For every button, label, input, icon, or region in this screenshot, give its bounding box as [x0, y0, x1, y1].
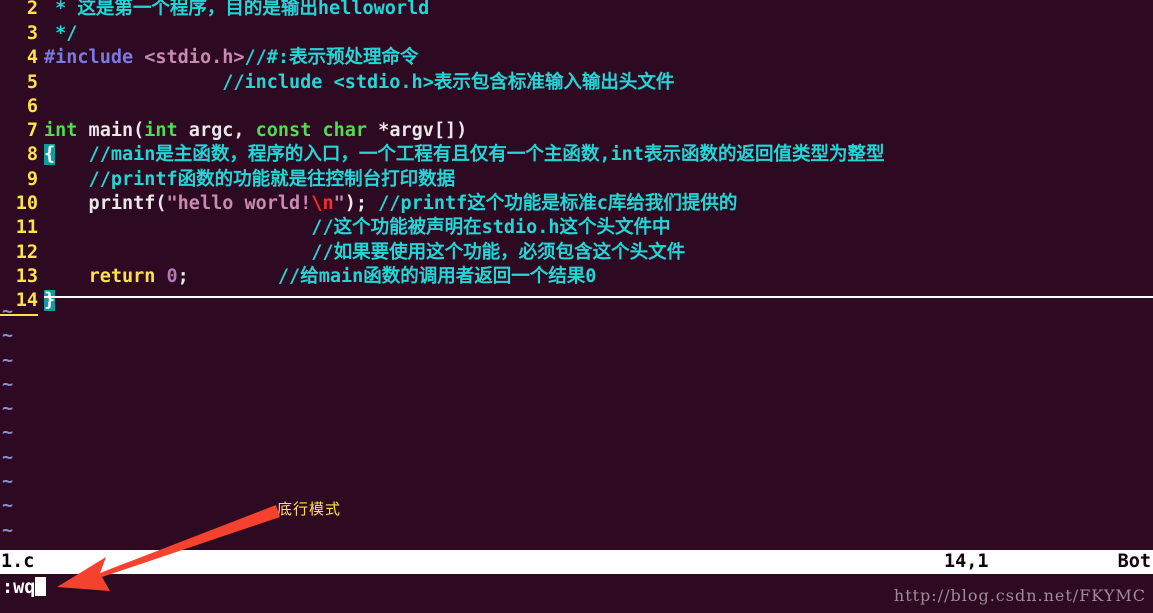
token-keyword: const: [255, 120, 312, 142]
line-content: printf("hello world!\n"); //printf这个功能是标…: [38, 193, 738, 215]
token-header: <stdio.h>: [144, 47, 245, 69]
code-line[interactable]: 2 * 这是第一个程序，目的是输出helloworld: [0, 0, 1153, 22]
line-number: 11: [15, 217, 38, 239]
token-plain: printf(: [44, 193, 167, 215]
token-comment: *: [44, 0, 78, 19]
tilde-filler: ~: [2, 301, 14, 322]
token-comment: //#:表示预处理命令: [244, 47, 419, 69]
token-comment: //printf这个功能是标准c库给我们提供的: [378, 193, 738, 215]
token-plain: main(: [77, 120, 145, 142]
token-comment: //如果要使用这个功能，必须包含这个头文件: [44, 241, 686, 263]
line-content: }: [38, 290, 56, 312]
fold-separator-rule: [44, 296, 1153, 298]
empty-line-tilde-column: ~~~~~~~~~~~: [0, 300, 40, 567]
status-filename: 1.c: [1, 551, 35, 572]
token-keyword: int: [144, 120, 178, 142]
token-comment: */: [44, 23, 78, 44]
code-line[interactable]: 14}: [0, 289, 1153, 316]
tilde-filler: ~: [2, 373, 14, 395]
code-line[interactable]: 9 //printf函数的功能就是往控制台打印数据: [0, 168, 1153, 192]
line-content: */: [38, 23, 77, 44]
line-content: //如果要使用这个功能，必须包含这个头文件: [38, 242, 685, 263]
status-scroll-indicator: Bot: [1117, 551, 1151, 572]
tilde-filler: ~: [2, 446, 14, 468]
token-comment: //main是主函数，程序的入口，一个工程有且仅有一个主函数,int表示函数的返…: [88, 144, 885, 166]
code-line[interactable]: 5 //include <stdio.h>表示包含标准输入输出头文件: [0, 71, 1153, 95]
line-number: 13: [15, 265, 38, 287]
tilde-filler: ~: [2, 519, 14, 541]
tilde-filler: ~: [2, 398, 14, 420]
token-keyword: char: [322, 120, 368, 142]
token-brace-hi: {: [44, 144, 56, 166]
editor-text-area[interactable]: 2 * 这是第一个程序，目的是输出helloworld 3 */4 #include…: [0, 0, 1153, 548]
line-number: 6: [26, 95, 38, 117]
code-line[interactable]: 4 #include <stdio.h>//#:表示预处理命令: [0, 46, 1153, 70]
token-brace-hi: }: [44, 290, 56, 312]
code-line[interactable]: 3 */: [0, 22, 1153, 46]
line-number: 5: [26, 71, 38, 93]
line-number: 3: [26, 23, 38, 44]
tilde-filler: ~: [2, 422, 14, 444]
line-content: //include <stdio.h>表示包含标准输入输出头文件: [38, 72, 674, 93]
annotation-label: 底行模式: [277, 500, 342, 518]
tilde-filler: ~: [2, 349, 14, 371]
tilde-filler: ~: [2, 471, 14, 493]
line-content: //这个功能被声明在stdio.h这个头文件中: [38, 217, 671, 239]
text-cursor: [35, 577, 47, 596]
token-comment: 这是第一个程序，目的是输出helloworld: [77, 0, 430, 19]
code-line[interactable]: 7 int main(int argc, const char *argv[]): [0, 119, 1153, 143]
line-content: [38, 96, 44, 117]
line-content: return 0; //给main函数的调用者返回一个结果0: [38, 265, 597, 287]
line-number: 8: [26, 144, 38, 166]
code-line[interactable]: 12 //如果要使用这个功能，必须包含这个头文件: [0, 241, 1153, 265]
line-content: { //main是主函数，程序的入口，一个工程有且仅有一个主函数,int表示函数…: [38, 144, 885, 166]
token-return: return: [88, 265, 156, 287]
token-plain: );: [344, 193, 379, 215]
line-number: 9: [26, 168, 38, 190]
token-plain: *argv[]): [367, 120, 468, 142]
line-content: int main(int argc, const char *argv[]): [38, 120, 467, 141]
token-plain: argc,: [177, 120, 256, 142]
tilde-filler: ~: [2, 325, 14, 347]
status-cursor-position: 14,1: [944, 551, 989, 572]
watermark-url: http://blog.csdn.net/FKYMC: [893, 586, 1146, 605]
code-line[interactable]: 6: [0, 95, 1153, 119]
token-string: ": [333, 193, 345, 215]
line-content: //printf函数的功能就是往控制台打印数据: [38, 168, 456, 190]
line-number: 12: [15, 241, 38, 263]
line-content: * 这是第一个程序，目的是输出helloworld: [38, 0, 429, 19]
line-content: #include <stdio.h>//#:表示预处理命令: [38, 47, 419, 68]
token-keyword: int: [44, 120, 78, 142]
token-comment: //include <stdio.h>表示包含标准输入输出头文件: [44, 71, 675, 93]
token-comment: //这个功能被声明在stdio.h这个头文件中: [44, 217, 671, 239]
status-line: 1.c 14,1 Bot: [0, 550, 1153, 574]
line-number: 7: [26, 120, 38, 142]
tilde-filler: ~: [2, 495, 14, 517]
token-plain: ;: [177, 265, 189, 287]
code-line[interactable]: 11 //这个功能被声明在stdio.h这个头文件中: [0, 216, 1153, 240]
token-comment: //printf函数的功能就是往控制台打印数据: [44, 168, 456, 190]
vim-terminal-window: 2 * 这是第一个程序，目的是输出helloworld 3 */4 #include…: [0, 0, 1153, 613]
code-line[interactable]: 8{ //main是主函数，程序的入口，一个工程有且仅有一个主函数,int表示函…: [0, 143, 1153, 167]
token-number: 0: [166, 265, 178, 287]
token-string: "hello world!: [166, 193, 312, 215]
line-number: 4: [26, 47, 38, 69]
code-line[interactable]: 13 return 0; //给main函数的调用者返回一个结果0: [0, 265, 1153, 289]
command-line-text: :wq: [2, 577, 36, 598]
token-pre: #include: [44, 47, 145, 69]
token-escape: \n: [311, 193, 334, 215]
line-number: 2: [26, 0, 38, 19]
code-line[interactable]: 10 printf("hello world!\n"); //printf这个功…: [0, 192, 1153, 216]
line-number: 10: [15, 193, 38, 215]
token-comment: //给main函数的调用者返回一个结果0: [277, 265, 597, 287]
